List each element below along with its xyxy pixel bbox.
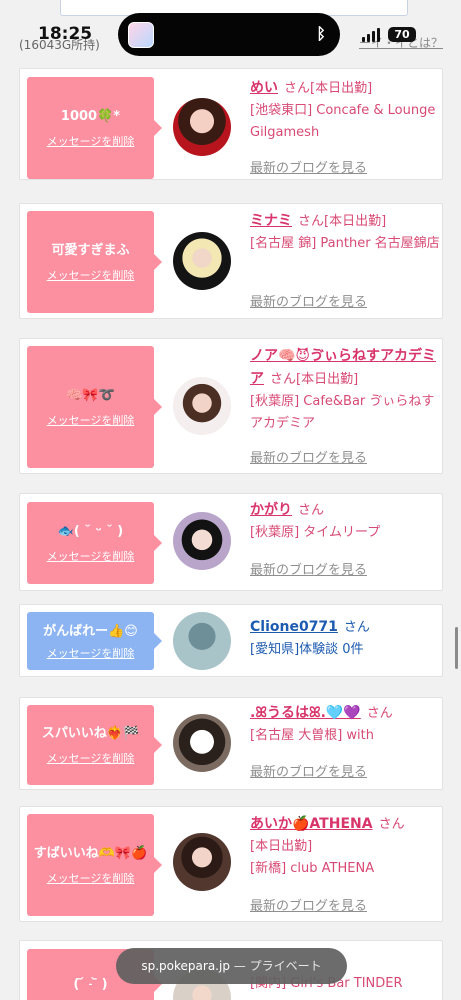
cast-info: .ꕤうるはꕤ.🩵💜 さん [名古屋 大曽根] with — [250, 702, 440, 747]
message-bubble: スパいいね❤️‍🔥🏁 メッセージを削除 — [27, 705, 162, 785]
honorific: さん — [378, 817, 405, 832]
avatar[interactable] — [173, 512, 231, 570]
shop-name: [池袋東口] Concafe & Lounge Gilgamesh — [250, 103, 436, 140]
scroll-indicator[interactable] — [455, 627, 458, 669]
status-badge: [本日出勤] — [296, 372, 359, 387]
avatar[interactable] — [173, 833, 231, 891]
message-card: スパいいね❤️‍🔥🏁 メッセージを削除 .ꕤうるはꕤ.🩵💜 さん [名古屋 大曽根… — [19, 697, 443, 790]
honorific: さん — [270, 372, 297, 387]
avatar[interactable] — [173, 377, 231, 435]
message-text: スパいいね❤️‍🔥🏁 — [41, 726, 140, 741]
status-badge: [本日出勤] — [250, 839, 313, 854]
blog-link[interactable]: 最新のブログを見る — [250, 291, 367, 310]
cast-info: かがり さん [秋葉原] タイムリープ — [250, 499, 440, 544]
message-text: 1000🍀* — [60, 109, 121, 124]
status-badge: [本日出勤] — [310, 81, 373, 96]
user-name-link[interactable]: Clione0771 — [250, 619, 338, 635]
private-mode-label: プライベート — [249, 959, 322, 973]
url-domain: sp.pokepara.jp — [141, 959, 230, 973]
shop-name: [秋葉原] タイムリープ — [250, 525, 381, 540]
message-bubble: 1000🍀* メッセージを削除 — [27, 77, 162, 179]
bluetooth-icon: ᛒ — [316, 24, 326, 43]
cast-info: ミナミ さん[本日出勤] [名古屋 錦] Panther 名古屋錦店 — [250, 210, 440, 255]
delete-message-link[interactable]: メッセージを削除 — [47, 133, 135, 149]
message-text: 🧠🎀➰ — [66, 388, 115, 403]
message-text: 可愛すぎまふ — [51, 243, 130, 258]
delete-message-link[interactable]: メッセージを削除 — [47, 267, 135, 283]
message-card: すばいいね🫶🎀🍎 メッセージを削除 あいか🍎ATHENA さん [本日出勤] [新… — [19, 806, 443, 922]
avatar[interactable] — [173, 232, 231, 290]
honorific: さん — [366, 706, 393, 721]
message-text: すばいいね🫶🎀🍎 — [33, 846, 148, 861]
url-separator: — — [233, 959, 246, 973]
cast-info: めい さん[本日出勤] [池袋東口] Concafe & Lounge Gilga… — [250, 77, 440, 144]
message-card: 可愛すぎまふ メッセージを削除 ミナミ さん[本日出勤] [名古屋 錦] Pant… — [19, 203, 443, 319]
cast-name-link[interactable]: かがり — [250, 502, 292, 518]
message-bubble: すばいいね🫶🎀🍎 メッセージを削除 — [27, 814, 162, 916]
cast-name-link[interactable]: ミナミ — [250, 213, 292, 229]
message-card: 🧠🎀➰ メッセージを削除 ノア🧠😈ゔぃらねすアカデミア さん[本日出勤] [秋葉原… — [19, 338, 443, 474]
blog-link[interactable]: 最新のブログを見る — [250, 895, 367, 914]
message-bubble: 🐟( ˘ ᵕ ˘ ) メッセージを削除 — [27, 502, 162, 584]
delete-message-link[interactable]: メッセージを削除 — [47, 412, 135, 428]
message-bubble: 🧠🎀➰ メッセージを削除 — [27, 346, 162, 468]
message-card: がんばれー👍😊 メッセージを削除 Clione0771 さん [愛知県]体験談 0… — [19, 604, 443, 677]
user-info: Clione0771 さん [愛知県]体験談 0件 — [250, 616, 440, 661]
honorific: さん — [343, 620, 370, 635]
delete-message-link[interactable]: メッセージを削除 — [47, 548, 135, 564]
avatar[interactable] — [173, 612, 231, 670]
blog-link[interactable]: 最新のブログを見る — [250, 157, 367, 176]
message-bubble: 可愛すぎまふ メッセージを削除 — [27, 211, 162, 313]
cast-info: ノア🧠😈ゔぃらねすアカデミア さん[本日出勤] [秋葉原] Cafe&Bar ゔぃ… — [250, 345, 440, 435]
message-card: 1000🍀* メッセージを削除 めい さん[本日出勤] [池袋東口] Concaf… — [19, 68, 443, 180]
shop-name: [名古屋 錦] Panther 名古屋錦店 — [250, 236, 440, 251]
avatar[interactable] — [173, 98, 231, 156]
url-bar[interactable]: sp.pokepara.jp — プライベート — [116, 948, 347, 984]
avatar[interactable] — [173, 714, 231, 772]
honorific: さん — [284, 81, 311, 96]
shop-name: [新橋] club ATHENA — [250, 861, 375, 876]
delete-message-link[interactable]: メッセージを削除 — [47, 750, 135, 766]
clock: 18:25 — [38, 24, 93, 44]
signal-icon — [362, 28, 380, 42]
cast-name-link[interactable]: あいか🍎ATHENA — [250, 816, 373, 832]
honorific: さん — [298, 503, 325, 518]
cast-name-link[interactable]: .ꕤうるはꕤ.🩵💜 — [250, 705, 361, 721]
app-icon — [128, 22, 154, 48]
blog-link[interactable]: 最新のブログを見る — [250, 447, 367, 466]
review-count: [愛知県]体験談 0件 — [250, 642, 364, 657]
cast-name-link[interactable]: めい — [250, 80, 278, 96]
delete-message-link[interactable]: メッセージを削除 — [47, 645, 135, 661]
cast-info: あいか🍎ATHENA さん [本日出勤] [新橋] club ATHENA — [250, 813, 440, 880]
blog-link[interactable]: 最新のブログを見る — [250, 559, 367, 578]
shop-name: [秋葉原] Cafe&Bar ゔぃらねすアカデミア — [250, 394, 435, 431]
shop-name: [名古屋 大曽根] with — [250, 728, 374, 743]
status-bar: (16043G所持) ーイ・イとは？ 18:25 ᛒ 70 — [0, 0, 461, 68]
delete-message-link[interactable]: メッセージを削除 — [47, 870, 135, 886]
honorific: さん — [298, 214, 325, 229]
status-badge: [本日出勤] — [324, 214, 387, 229]
message-text: がんばれー👍😊 — [43, 623, 138, 639]
battery-icon: 70 — [388, 27, 416, 42]
message-text: ( ᷄ ˗ ᷅ ) — [73, 976, 108, 992]
message-text: 🐟( ˘ ᵕ ˘ ) — [57, 524, 124, 539]
dynamic-island: ᛒ — [118, 13, 340, 56]
blog-link[interactable]: 最新のブログを見る — [250, 761, 367, 780]
message-card: 🐟( ˘ ᵕ ˘ ) メッセージを削除 かがり さん [秋葉原] タイムリープ 最… — [19, 493, 443, 591]
message-bubble: がんばれー👍😊 メッセージを削除 — [27, 612, 162, 670]
